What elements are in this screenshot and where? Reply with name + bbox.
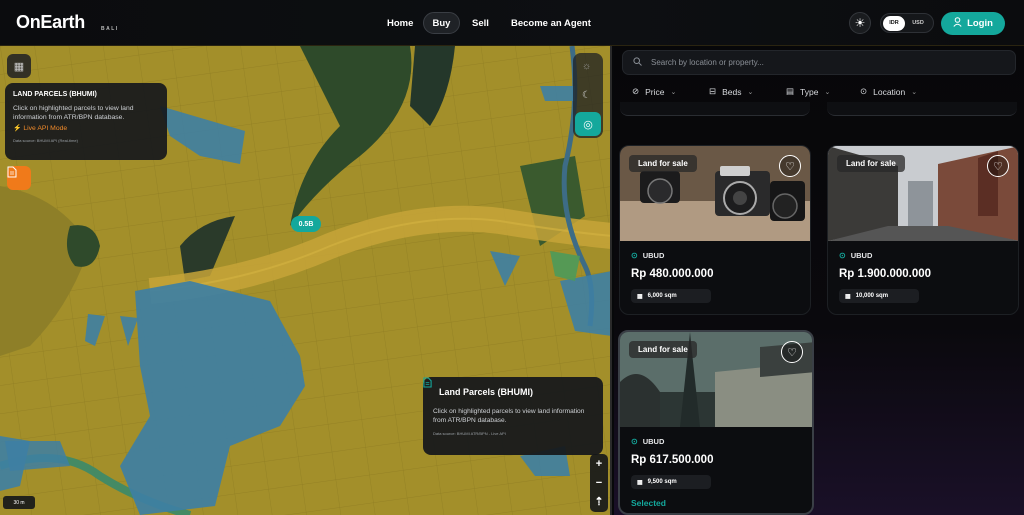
previous-card-edge: [827, 102, 1017, 116]
building-icon: ▤: [786, 86, 795, 96]
listing-size: ▦ 6,000 sqm: [631, 289, 711, 303]
listings-panel: Search by location or property... ⊘ Pric…: [614, 46, 1024, 515]
info-small-source: Data source: BHUMI API (Real-time): [13, 138, 78, 143]
login-button[interactable]: Login: [941, 12, 1005, 35]
price-marker[interactable]: 0.5B: [291, 216, 321, 232]
currency-toggle[interactable]: IDR USD: [880, 13, 934, 33]
currency-idr[interactable]: IDR: [883, 15, 905, 31]
chevron-down-icon: ⌄: [824, 88, 831, 96]
filter-beds[interactable]: ⊟ Beds ⌄: [709, 86, 753, 97]
listing-price: Rp 1.900.000.000: [839, 268, 932, 280]
satellite-map-button[interactable]: ◎: [575, 112, 601, 136]
info-big-source: Data source: BHUMI ATR/BPN - Live API: [433, 431, 506, 436]
nav-buy[interactable]: Buy: [423, 12, 460, 34]
listing-image: Land for sale ♡: [620, 146, 810, 241]
listing-location: ⊙ UBUD: [631, 437, 801, 446]
currency-usd[interactable]: USD: [905, 20, 931, 26]
satellite-icon: ◎: [583, 118, 593, 131]
listing-size: ▦ 9,500 sqm: [631, 475, 711, 489]
satellite-map[interactable]: ▦ LAND PARCELS (BHUMI) Click on highligh…: [0, 46, 612, 515]
filter-beds-label: Beds: [722, 86, 742, 97]
user-icon: [953, 17, 962, 30]
light-map-icon[interactable]: ☼: [582, 61, 591, 72]
nav-become-agent[interactable]: Become an Agent: [511, 12, 591, 34]
theme-toggle-button[interactable]: ☀: [849, 12, 871, 34]
listing-location-label: UBUD: [642, 251, 665, 260]
listing-image: Land for sale ♡: [828, 146, 1018, 241]
listing-price: Rp 480.000.000: [631, 268, 714, 280]
listing-card-selected[interactable]: Land for sale ♡ ⊙ UBUD Rp 617.500.000 ▦ …: [618, 330, 814, 515]
search-icon: [633, 57, 642, 68]
chevron-down-icon: ⌄: [911, 88, 918, 96]
lightning-icon: ⚡: [13, 125, 22, 132]
layers-grid-button[interactable]: ▦: [7, 54, 31, 78]
info-big-title: Land Parcels (BHUMI): [439, 387, 534, 397]
grid-icon: ▦: [13, 60, 25, 73]
area-icon: ▦: [845, 293, 851, 300]
parcels-info-card: Land Parcels (BHUMI) Click on highlighte…: [423, 377, 603, 455]
listing-location-label: UBUD: [850, 251, 873, 260]
document-button[interactable]: [7, 166, 31, 190]
chevron-down-icon: ⌄: [747, 88, 754, 96]
dark-map-icon[interactable]: ☾: [582, 90, 591, 101]
info-small-description: Click on highlighted parcels to view lan…: [13, 105, 134, 121]
listing-size: ▦ 10,000 sqm: [839, 289, 919, 303]
live-api-label: Live API Mode: [23, 125, 68, 132]
info-small-title: LAND PARCELS (BHUMI): [13, 91, 97, 98]
area-icon: ▦: [637, 479, 643, 486]
compass-button[interactable]: ⇡: [590, 492, 608, 511]
selected-status: Selected: [631, 498, 666, 508]
listing-size-label: 9,500 sqm: [647, 479, 677, 485]
favorite-heart-icon[interactable]: ♡: [779, 155, 801, 177]
search-bar[interactable]: Search by location or property...: [622, 50, 1016, 75]
filter-location[interactable]: ⊙ Location ⌄: [860, 86, 917, 97]
filter-price-label: Price: [645, 86, 665, 97]
logo-subtitle: BALI: [101, 26, 119, 32]
location-pin-icon: ⊙: [631, 437, 638, 446]
filter-type[interactable]: ▤ Type ⌄: [786, 86, 830, 97]
location-pin-icon: ⊙: [839, 251, 846, 260]
land-for-sale-badge: Land for sale: [629, 341, 697, 358]
live-api-mode[interactable]: ⚡ Live API Mode: [13, 124, 159, 132]
chevron-down-icon: ⌄: [670, 88, 677, 96]
logo[interactable]: OnEarth: [16, 12, 85, 33]
favorite-heart-icon[interactable]: ♡: [987, 155, 1009, 177]
sun-icon: ☀: [854, 16, 866, 30]
listing-card[interactable]: Land for sale ♡ ⊙ UBUD Rp 1.900.000.000 …: [827, 145, 1019, 315]
listing-size-label: 10,000 sqm: [855, 293, 889, 299]
login-label: Login: [967, 18, 993, 29]
bed-icon: ⊟: [709, 86, 717, 96]
land-for-sale-badge: Land for sale: [629, 155, 697, 172]
nav-home[interactable]: Home: [387, 12, 413, 34]
map-scale: 30 m: [3, 496, 35, 509]
area-icon: ▦: [637, 293, 643, 300]
listing-price: Rp 617.500.000: [631, 454, 714, 466]
listing-location: ⊙ UBUD: [631, 251, 799, 260]
favorite-heart-icon[interactable]: ♡: [781, 341, 803, 363]
listing-card[interactable]: Land for sale ♡ ⊙ UBUD Rp 480.000.000 ▦ …: [619, 145, 811, 315]
listing-location-label: UBUD: [642, 437, 665, 446]
listing-location: ⊙ UBUD: [839, 251, 1007, 260]
top-header: OnEarth BALI Home Buy Sell Become an Age…: [0, 0, 1024, 46]
price-tag-icon: ⊘: [632, 86, 640, 96]
zoom-out-button[interactable]: −: [590, 473, 608, 492]
land-for-sale-badge: Land for sale: [837, 155, 905, 172]
map-style-controls: ☼ ☾ ◎: [573, 53, 603, 138]
zoom-in-button[interactable]: +: [590, 454, 608, 473]
info-big-description: Click on highlighted parcels to view lan…: [433, 408, 585, 424]
location-pin-icon: ⊙: [860, 86, 868, 96]
parcels-info-card-small: LAND PARCELS (BHUMI) Click on highlighte…: [5, 83, 167, 160]
filter-price[interactable]: ⊘ Price ⌄: [632, 86, 676, 97]
listing-image: Land for sale ♡: [620, 332, 812, 427]
zoom-controls: + − ⇡: [590, 454, 608, 512]
search-input[interactable]: Search by location or property...: [651, 58, 764, 67]
location-pin-icon: ⊙: [631, 251, 638, 260]
filter-type-label: Type: [800, 86, 819, 97]
previous-card-edge: [620, 102, 810, 116]
listing-size-label: 6,000 sqm: [647, 293, 677, 299]
filter-location-label: Location: [873, 86, 906, 97]
nav-sell[interactable]: Sell: [472, 12, 489, 34]
